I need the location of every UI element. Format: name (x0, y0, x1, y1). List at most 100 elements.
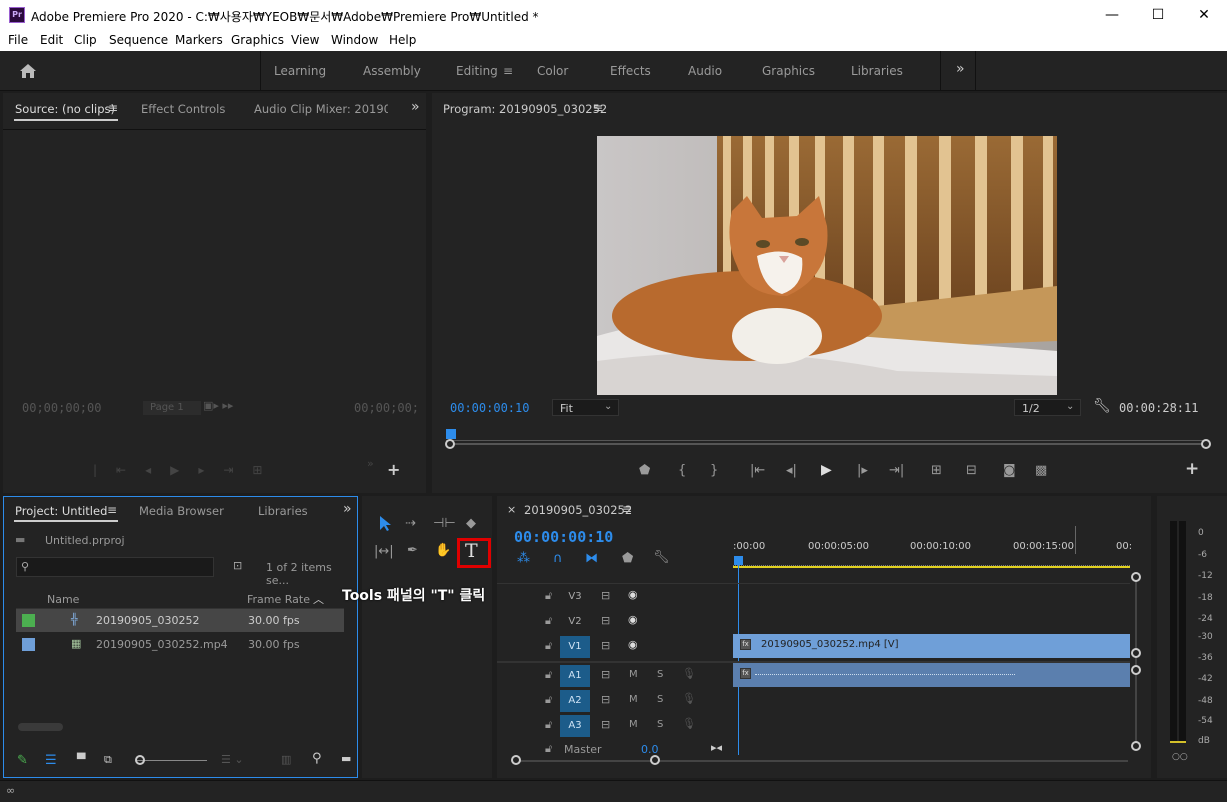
menu-edit[interactable]: Edit (40, 33, 63, 47)
timeline-timecode[interactable]: 00:00:00:10 (514, 528, 613, 546)
sync-lock-icon[interactable]: ⊟ (601, 639, 610, 652)
razor-tool-icon[interactable]: ◆ (466, 516, 476, 531)
find-icon[interactable]: ⚲ (312, 751, 322, 766)
more-panels-icon[interactable]: » (411, 99, 420, 115)
track-select-tool-icon[interactable]: ⇢ (405, 516, 416, 531)
mute-button[interactable]: M (629, 669, 638, 680)
close-button[interactable]: ✕ (1181, 0, 1227, 30)
time-ruler[interactable] (733, 558, 1130, 566)
sync-lock-icon[interactable]: ⊟ (601, 614, 610, 627)
go-to-end-icon[interactable]: ▸◂ (711, 741, 722, 754)
go-to-in-icon[interactable]: |⇤ (750, 463, 765, 478)
video-clip[interactable]: fx 20190905_030252.mp4 [V] (733, 634, 1130, 658)
horizontal-scrollbar[interactable] (514, 760, 1128, 762)
mark-in-icon[interactable]: { (678, 463, 686, 478)
menu-clip[interactable]: Clip (74, 33, 97, 47)
solo-button[interactable]: S (657, 669, 663, 680)
add-button-icon[interactable]: + (1185, 459, 1199, 479)
menu-markers[interactable]: Markers (175, 33, 223, 47)
minimize-button[interactable]: — (1089, 0, 1135, 30)
zoom-handle-right[interactable] (1201, 439, 1211, 449)
scroll-handle[interactable] (1131, 648, 1141, 658)
workspace-editing[interactable]: Editing (456, 64, 498, 78)
workspace-effects[interactable]: Effects (610, 64, 651, 78)
program-scrubber[interactable] (446, 429, 1206, 441)
lock-icon[interactable]: 🔓︎ (545, 614, 552, 628)
workspace-color[interactable]: Color (537, 64, 568, 78)
resolution-dropdown[interactable]: 1/2 ⌄ (1014, 399, 1081, 416)
menu-file[interactable]: File (8, 33, 28, 47)
eye-icon[interactable]: ◉ (628, 613, 638, 626)
freeform-view-icon[interactable]: ⧉ (104, 753, 112, 767)
track-label[interactable]: V1 (560, 636, 590, 658)
home-icon[interactable] (19, 63, 37, 79)
menu-view[interactable]: View (291, 33, 319, 47)
list-view-icon[interactable]: ☰ (45, 753, 57, 768)
page-field[interactable]: Page 1 (143, 401, 201, 415)
tab-source[interactable]: Source: (no clips) (15, 102, 115, 116)
vertical-scrollbar[interactable] (1135, 577, 1137, 747)
lock-icon[interactable]: 🔓︎ (545, 718, 552, 732)
panel-menu-icon[interactable]: ≡ (107, 503, 117, 517)
creative-cloud-icon[interactable]: ∞ (6, 784, 15, 797)
timeline-settings-icon[interactable]: 🔧︎ (653, 550, 670, 565)
linked-selection-icon[interactable]: ⧓ (585, 551, 598, 566)
sync-lock-icon[interactable]: ⊟ (601, 693, 610, 706)
horizontal-scrollbar[interactable] (18, 723, 63, 731)
tab-media-browser[interactable]: Media Browser (139, 504, 224, 518)
audio-clip[interactable]: fx (733, 663, 1130, 687)
program-timecode[interactable]: 00:00:00:10 (450, 401, 529, 415)
pen-tool-icon[interactable]: ✒ (407, 543, 418, 558)
playhead-icon[interactable] (446, 429, 456, 439)
track-label[interactable]: V3 (560, 586, 590, 608)
slip-tool-icon[interactable]: |↔| (374, 544, 394, 559)
zoom-handle-left[interactable] (445, 439, 455, 449)
sync-lock-icon[interactable]: ⊟ (601, 668, 610, 681)
column-frame-rate[interactable]: Frame Rate (247, 593, 310, 606)
tab-sequence[interactable]: 20190905_030252 (524, 503, 632, 517)
menu-graphics[interactable]: Graphics (231, 33, 284, 47)
nest-icon[interactable]: ⁂ (517, 551, 530, 566)
pencil-icon[interactable]: ✎ (17, 753, 28, 768)
tab-libraries[interactable]: Libraries (258, 504, 308, 518)
scroll-handle[interactable] (511, 755, 521, 765)
workspace-audio[interactable]: Audio (688, 64, 722, 78)
solo-button[interactable]: S (657, 719, 663, 730)
more-workspaces-icon[interactable]: » (956, 61, 965, 77)
wrench-icon[interactable]: 🔧︎ (1093, 398, 1111, 414)
workspace-menu-icon[interactable]: ≡ (503, 64, 513, 78)
microphone-icon[interactable]: 🎙︎ (682, 692, 696, 705)
play-icon[interactable]: ▶ (821, 462, 832, 478)
project-search-input[interactable]: ⚲ (16, 557, 214, 577)
workspace-libraries[interactable]: Libraries (851, 64, 903, 78)
track-label[interactable]: A3 (560, 715, 590, 737)
icon-view-icon[interactable]: ▀ (77, 753, 85, 766)
eye-icon[interactable]: ◉ (628, 638, 638, 651)
scroll-handle[interactable] (1131, 665, 1141, 675)
tab-effect-controls[interactable]: Effect Controls (141, 102, 225, 116)
track-label[interactable]: A2 (560, 690, 590, 712)
table-row[interactable]: ▦ 20190905_030252.mp4 30.00 fps (16, 633, 344, 656)
new-search-bin-icon[interactable]: ⊡ (233, 559, 242, 572)
step-back-icon[interactable]: ◂| (786, 463, 797, 478)
column-name[interactable]: Name (47, 593, 79, 606)
go-to-out-icon[interactable]: ⇥| (889, 463, 904, 478)
add-marker-icon[interactable]: ⬟ (639, 463, 650, 478)
menu-help[interactable]: Help (389, 33, 416, 47)
extract-icon[interactable]: ⊟ (966, 463, 977, 478)
type-tool-icon[interactable]: T (465, 540, 478, 562)
scroll-handle[interactable] (650, 755, 660, 765)
workspace-assembly[interactable]: Assembly (363, 64, 421, 78)
fit-dropdown[interactable]: Fit ⌄ (552, 399, 619, 416)
lock-icon[interactable]: 🔓︎ (545, 742, 552, 755)
track-label[interactable]: A1 (560, 665, 590, 687)
lock-icon[interactable]: 🔓︎ (545, 693, 552, 707)
add-button-icon[interactable]: + (387, 460, 400, 479)
tab-project[interactable]: Project: Untitled (15, 504, 107, 518)
hand-tool-icon[interactable]: ✋ (435, 543, 451, 558)
menu-window[interactable]: Window (331, 33, 378, 47)
tab-audio-clip-mixer[interactable]: Audio Clip Mixer: 20190905 (254, 102, 388, 116)
more-panels-icon[interactable]: » (343, 501, 352, 517)
microphone-icon[interactable]: 🎙︎ (682, 717, 696, 730)
solo-buttons[interactable]: ○○ (1172, 752, 1188, 762)
